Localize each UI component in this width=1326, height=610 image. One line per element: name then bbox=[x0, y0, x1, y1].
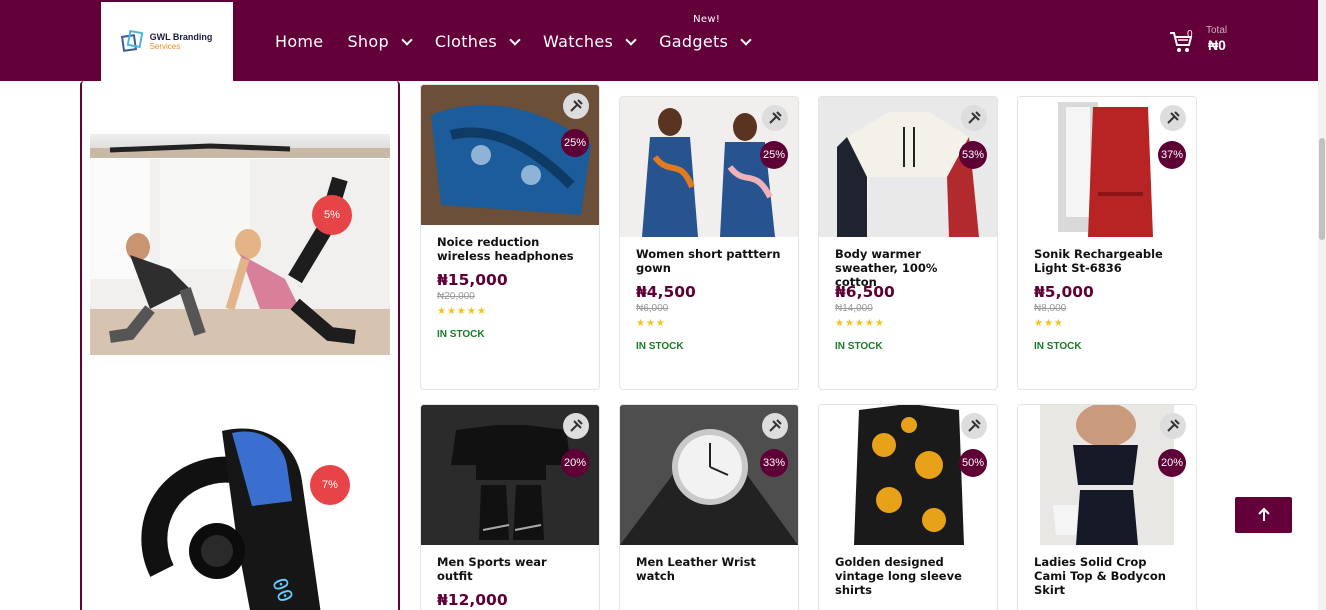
wishlist-icon[interactable] bbox=[762, 105, 788, 131]
product-name[interactable]: Body warmer sweather, 100% cotton bbox=[835, 247, 981, 289]
chevron-down-icon bbox=[509, 33, 521, 46]
product-price: ₦15,000 bbox=[437, 271, 508, 289]
nav-watches[interactable]: Watches bbox=[543, 32, 637, 51]
product-image[interactable]: 37% bbox=[1018, 97, 1196, 237]
discount-badge: 53% bbox=[959, 141, 987, 169]
product-name[interactable]: Men Leather Wrist watch bbox=[636, 555, 782, 585]
chevron-down-icon bbox=[740, 33, 752, 46]
stock-status: IN STOCK bbox=[835, 341, 883, 352]
product-name[interactable]: Noice reduction wireless headphones bbox=[437, 235, 583, 265]
product-card[interactable]: 53% Body warmer sweather, 100% cotton ₦6… bbox=[818, 96, 998, 390]
product-card[interactable]: 20% Ladies Solid Crop Cami Top & Bodycon… bbox=[1017, 404, 1197, 610]
logo-icon bbox=[120, 29, 144, 53]
new-badge: New! bbox=[693, 14, 721, 25]
discount-badge: 25% bbox=[561, 129, 589, 157]
brand-logo[interactable]: GWL Branding Services bbox=[101, 2, 233, 82]
discount-badge: 25% bbox=[760, 141, 788, 169]
product-price: ₦12,000 bbox=[437, 591, 508, 609]
nav-gadgets[interactable]: New! Gadgets bbox=[659, 14, 752, 51]
wishlist-icon[interactable] bbox=[762, 413, 788, 439]
nav-shop-label: Shop bbox=[347, 32, 389, 51]
product-image[interactable]: 20% bbox=[1018, 405, 1196, 545]
product-name[interactable]: Men Sports wear outfit bbox=[437, 555, 583, 585]
nav-watches-label: Watches bbox=[543, 32, 614, 51]
product-image[interactable]: 50% bbox=[819, 405, 997, 545]
main-nav: Home Shop Clothes Watches New! Gadgets bbox=[275, 14, 774, 51]
wishlist-icon[interactable] bbox=[961, 105, 987, 131]
discount-badge: 20% bbox=[1158, 449, 1186, 477]
product-card[interactable]: 33% Men Leather Wrist watch bbox=[619, 404, 799, 610]
product-price: ₦6,500 bbox=[835, 283, 895, 301]
product-image[interactable]: 20% bbox=[421, 405, 599, 545]
product-image[interactable]: 25% bbox=[421, 85, 599, 225]
discount-badge: 20% bbox=[561, 449, 589, 477]
product-old-price: ₦8,000 bbox=[1034, 303, 1067, 314]
scrollbar-thumb[interactable] bbox=[1319, 138, 1325, 240]
product-old-price: ₦20,000 bbox=[437, 291, 475, 302]
product-card[interactable]: 50% Golden designed vintage long sleeve … bbox=[818, 404, 998, 610]
nav-clothes[interactable]: Clothes bbox=[434, 32, 521, 51]
rating-stars: ★★★ bbox=[636, 318, 666, 329]
discount-badge: 50% bbox=[959, 449, 987, 477]
brand-name: GWL Branding bbox=[149, 32, 213, 42]
product-card[interactable]: 25% Noice reduction wireless headphones … bbox=[420, 84, 600, 390]
stock-status: IN STOCK bbox=[1034, 341, 1082, 352]
product-image[interactable]: 33% bbox=[620, 405, 798, 545]
product-name[interactable]: Golden designed vintage long sleeve shir… bbox=[835, 555, 981, 597]
nav-home[interactable]: Home bbox=[275, 32, 323, 51]
product-name[interactable]: Women short patttern gown bbox=[636, 247, 782, 277]
discount-badge: 33% bbox=[760, 449, 788, 477]
product-name[interactable]: Sonik Rechargeable Light St-6836 bbox=[1034, 247, 1180, 277]
back-to-top-button[interactable] bbox=[1235, 497, 1292, 533]
nav-shop[interactable]: Shop bbox=[347, 32, 413, 51]
rating-stars: ★★★★★ bbox=[437, 306, 487, 317]
yoga-image-strip bbox=[90, 134, 390, 158]
promo-discount-badge: 5% bbox=[312, 195, 352, 235]
nav-clothes-label: Clothes bbox=[434, 32, 498, 51]
stock-status: IN STOCK bbox=[437, 329, 485, 340]
cart-total-label: Total bbox=[1206, 25, 1228, 36]
nav-gadgets-label: Gadgets bbox=[659, 32, 729, 51]
promo-discount-badge: 7% bbox=[310, 465, 350, 505]
wishlist-icon[interactable] bbox=[563, 413, 589, 439]
wishlist-icon[interactable] bbox=[961, 413, 987, 439]
page-scrollbar[interactable] bbox=[1318, 0, 1326, 610]
wishlist-icon[interactable] bbox=[1160, 105, 1186, 131]
discount-badge: 37% bbox=[1158, 141, 1186, 169]
product-old-price: ₦6,000 bbox=[636, 303, 669, 314]
cart-total-value: ₦0 bbox=[1208, 37, 1226, 53]
product-image[interactable]: 53% bbox=[819, 97, 997, 237]
product-card[interactable]: 20% Men Sports wear outfit ₦12,000 bbox=[420, 404, 600, 610]
chevron-down-icon bbox=[625, 33, 637, 46]
earpiece-promo-image[interactable]: 00 bbox=[122, 421, 362, 610]
rating-stars: ★★★★★ bbox=[835, 318, 885, 329]
wishlist-icon[interactable] bbox=[1160, 413, 1186, 439]
site-header: GWL Branding Services Home Shop Clothes … bbox=[0, 0, 1318, 82]
product-name[interactable]: Ladies Solid Crop Cami Top & Bodycon Ski… bbox=[1034, 555, 1180, 597]
cart-count: 0 bbox=[1187, 29, 1193, 40]
nav-home-label: Home bbox=[275, 32, 324, 51]
brand-subtitle: Services bbox=[149, 42, 181, 51]
arrow-up-icon bbox=[1257, 507, 1270, 521]
stock-status: IN STOCK bbox=[636, 341, 684, 352]
product-card[interactable]: 37% Sonik Rechargeable Light St-6836 ₦5,… bbox=[1017, 96, 1197, 390]
product-old-price: ₦14,000 bbox=[835, 303, 873, 314]
wishlist-icon[interactable] bbox=[563, 93, 589, 119]
product-card[interactable]: 25% Women short patttern gown ₦4,500 ₦6,… bbox=[619, 96, 799, 390]
chevron-down-icon bbox=[401, 33, 413, 46]
promo-panel[interactable]: 5% 00 7% bbox=[80, 81, 400, 610]
rating-stars: ★★★ bbox=[1034, 318, 1064, 329]
product-price: ₦5,000 bbox=[1034, 283, 1094, 301]
product-image[interactable]: 25% bbox=[620, 97, 798, 237]
product-price: ₦4,500 bbox=[636, 283, 696, 301]
yoga-promo-image[interactable] bbox=[90, 159, 390, 355]
